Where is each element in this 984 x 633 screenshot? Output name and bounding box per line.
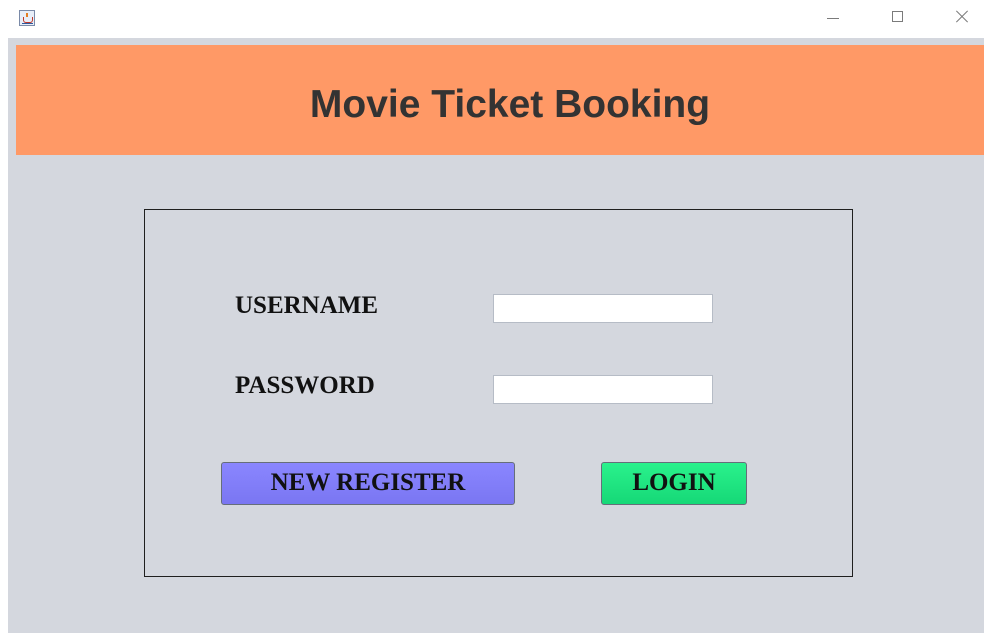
header-banner: Movie Ticket Booking xyxy=(16,45,984,155)
java-cup-icon xyxy=(19,10,35,26)
new-register-button[interactable]: NEW REGISTER xyxy=(221,462,515,505)
app-window: Movie Ticket Booking USERNAME PASSWORD N… xyxy=(0,0,984,633)
password-label: PASSWORD xyxy=(235,372,375,399)
content-pane: Movie Ticket Booking USERNAME PASSWORD N… xyxy=(8,38,984,633)
username-label: USERNAME xyxy=(235,292,379,319)
password-input[interactable] xyxy=(493,375,713,404)
minimize-icon[interactable] xyxy=(821,5,845,29)
login-panel: USERNAME PASSWORD NEW REGISTER LOGIN xyxy=(144,209,853,577)
close-icon[interactable] xyxy=(950,5,974,29)
username-input[interactable] xyxy=(493,294,713,323)
page-title: Movie Ticket Booking xyxy=(309,83,711,126)
login-button[interactable]: LOGIN xyxy=(601,462,747,505)
title-bar xyxy=(0,0,984,38)
maximize-icon[interactable] xyxy=(886,5,910,29)
